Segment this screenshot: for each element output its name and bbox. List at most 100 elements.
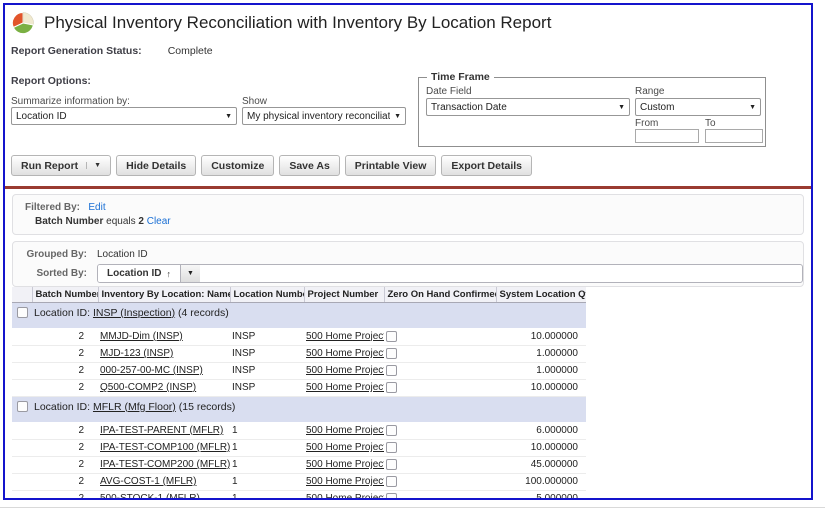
customize-button[interactable]: Customize [201, 155, 275, 176]
project-link[interactable]: 500 Home Project [306, 442, 384, 453]
zero-on-hand-checkbox[interactable] [386, 492, 397, 498]
group-link[interactable]: MFLR (Mfg Floor) [93, 401, 176, 413]
inventory-location-link[interactable]: Q500-COMP2 (INSP) [100, 382, 196, 393]
page: Physical Inventory Reconciliation with I… [0, 0, 825, 513]
show-label: Show [242, 96, 268, 107]
summarize-by-label: Summarize information by: [11, 96, 130, 107]
report-header: Physical Inventory Reconciliation with I… [11, 11, 551, 35]
system-location-qty-cell: 10.000000 [496, 439, 586, 457]
batch-number-cell: 2 [32, 473, 98, 491]
inventory-location-link[interactable]: IPA-TEST-COMP200 (MFLR) [100, 459, 230, 470]
group-prefix: Location ID: [34, 306, 91, 319]
report-options-label: Report Options: [11, 75, 91, 87]
inventory-location-link[interactable]: AVG-COST-1 (MFLR) [100, 476, 196, 487]
zero-on-hand-checkbox[interactable] [386, 458, 397, 470]
caret-down-icon[interactable]: ▼ [179, 265, 200, 282]
group-record-count: (15 records) [178, 400, 236, 413]
system-location-qty-cell: 5.000000 [496, 490, 586, 498]
table-row: 2 IPA-TEST-COMP200 (MFLR) 1 500 Home Pro… [12, 456, 586, 474]
batch-number-cell: 2 [32, 456, 98, 474]
project-link[interactable]: 500 Home Project [306, 365, 384, 376]
edit-filters-link[interactable]: Edit [88, 202, 105, 213]
zero-on-hand-checkbox[interactable] [386, 330, 397, 342]
range-label: Range [635, 86, 665, 97]
group-link[interactable]: INSP (Inspection) [93, 307, 175, 319]
location-number-cell: 1 [230, 490, 304, 498]
system-location-qty-cell: 100.000000 [496, 473, 586, 491]
hide-details-button[interactable]: Hide Details [116, 155, 197, 176]
caret-down-icon: ▼ [749, 103, 756, 111]
table-row: 2 Q500-COMP2 (INSP) INSP 500 Home Projec… [12, 379, 586, 397]
inventory-location-link[interactable]: MMJD-Dim (INSP) [100, 331, 183, 342]
report-window: Physical Inventory Reconciliation with I… [3, 3, 813, 500]
from-date-input[interactable] [635, 129, 699, 143]
location-number-cell: INSP [230, 362, 304, 380]
caret-down-icon: ▼ [618, 103, 625, 111]
col-batch-number[interactable]: Batch Number [31, 287, 98, 303]
zero-on-hand-checkbox[interactable] [386, 364, 397, 376]
filtered-by-panel: Filtered By: Edit Batch Number equals 2 … [12, 194, 804, 235]
group-prefix: Location ID: [34, 400, 91, 413]
time-frame-legend: Time Frame [427, 71, 494, 83]
inventory-location-link[interactable]: IPA-TEST-PARENT (MFLR) [100, 425, 223, 436]
project-link[interactable]: 500 Home Project [306, 382, 384, 393]
page-bottom-rule [0, 507, 825, 508]
col-inventory-by-location-name[interactable]: Inventory By Location: Name [97, 287, 230, 303]
inventory-location-link[interactable]: 500-STOCK-1 (MFLR) [100, 493, 200, 498]
batch-number-cell: 2 [32, 379, 98, 397]
grouped-by-value: Location ID [97, 249, 148, 260]
inventory-location-link[interactable]: IPA-TEST-COMP100 (MFLR) [100, 442, 230, 453]
report-toolbar: Run Report ▼ Hide Details Customize Save… [11, 155, 532, 176]
table-row: 2 MMJD-Dim (INSP) INSP 500 Home Project … [12, 328, 586, 346]
zero-on-hand-checkbox[interactable] [386, 475, 397, 487]
col-project-number[interactable]: Project Number [303, 287, 384, 303]
range-value: Custom [640, 101, 675, 113]
table-header-row: Batch Number Inventory By Location: Name… [12, 287, 586, 303]
project-link[interactable]: 500 Home Project [306, 476, 384, 487]
save-as-button[interactable]: Save As [279, 155, 340, 176]
show-select[interactable]: My physical inventory reconciliation ▼ [242, 107, 406, 125]
caret-down-icon[interactable]: ▼ [86, 162, 101, 169]
zero-on-hand-checkbox[interactable] [386, 381, 397, 393]
page-title: Physical Inventory Reconciliation with I… [44, 13, 552, 32]
export-details-button[interactable]: Export Details [441, 155, 532, 176]
status-value: Complete [167, 45, 213, 57]
col-location-number[interactable]: Location Number [229, 287, 304, 303]
col-system-location-qty[interactable]: System Location Qty [495, 287, 586, 303]
sort-field-value: Location ID [107, 268, 162, 279]
filtered-by-label: Filtered By: [25, 202, 81, 213]
sorted-by-label: Sorted By: [36, 268, 87, 279]
summarize-by-value: Location ID [16, 110, 67, 122]
zero-on-hand-checkbox[interactable] [386, 424, 397, 436]
project-link[interactable]: 500 Home Project [306, 493, 384, 498]
location-number-cell: 1 [230, 439, 304, 457]
time-frame-fieldset: Time Frame Date Field Transaction Date ▼… [418, 71, 766, 147]
table-row: 2 IPA-TEST-COMP100 (MFLR) 1 500 Home Pro… [12, 439, 586, 457]
run-report-button[interactable]: Run Report ▼ [11, 155, 112, 176]
printable-view-button[interactable]: Printable View [344, 155, 437, 176]
report-generation-status: Report Generation Status: Complete [11, 45, 213, 57]
range-select[interactable]: Custom ▼ [635, 98, 761, 116]
location-number-cell: INSP [230, 345, 304, 363]
caret-down-icon: ▼ [394, 112, 401, 120]
project-link[interactable]: 500 Home Project [306, 425, 384, 436]
grouping-panel: Grouped By: Location ID Sorted By: Locat… [12, 241, 804, 287]
group-checkbox[interactable] [16, 401, 28, 413]
col-zero-on-hand-confirmed[interactable]: Zero On Hand Confirmed [383, 287, 496, 303]
inventory-location-link[interactable]: MJD-123 (INSP) [100, 348, 173, 359]
batch-number-cell: 2 [32, 490, 98, 498]
date-field-select[interactable]: Transaction Date ▼ [426, 98, 630, 116]
summarize-by-select[interactable]: Location ID ▼ [11, 107, 237, 125]
show-value: My physical inventory reconciliation [247, 110, 391, 122]
project-link[interactable]: 500 Home Project [306, 459, 384, 470]
group-checkbox[interactable] [16, 307, 28, 319]
sorted-by-dropdown[interactable]: Location ID ↑ ▼ [97, 264, 803, 283]
project-link[interactable]: 500 Home Project [306, 331, 384, 342]
project-link[interactable]: 500 Home Project [306, 348, 384, 359]
zero-on-hand-checkbox[interactable] [386, 347, 397, 359]
inventory-location-link[interactable]: 000-257-00-MC (INSP) [100, 365, 203, 376]
zero-on-hand-checkbox[interactable] [386, 441, 397, 453]
filter-field: Batch Number [35, 216, 104, 227]
to-date-input[interactable] [705, 129, 763, 143]
clear-filter-link[interactable]: Clear [147, 216, 171, 227]
